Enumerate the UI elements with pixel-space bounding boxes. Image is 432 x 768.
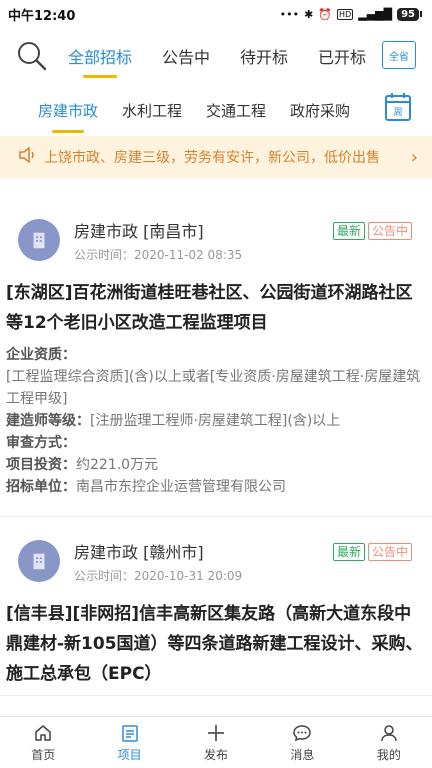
status-bar: 中午12:40 ••• ✱ ⏰ HD ▂▄▆█ 95	[0, 0, 432, 28]
status-icons: ••• ✱ ⏰ HD ▂▄▆█ 95	[279, 7, 422, 21]
message-icon	[293, 724, 312, 741]
nav-publish-label: 发布	[204, 747, 229, 762]
qualification-value: [工程监理综合资质](含)以上或者[专业资质·房屋建筑工程·房屋建筑工程甲级]	[6, 369, 421, 407]
building-avatar-icon	[18, 540, 60, 582]
card-header: 房建市政 [南昌市] 公示时间：2020-11-02 08:35 最新 公告中	[6, 208, 426, 272]
calendar-label: 周	[393, 107, 402, 118]
alarm-icon: ⏰	[318, 7, 333, 21]
card-title[interactable]: [信丰县][非网招]信丰高新区集友路（高新大道东段中鼎建材-新105国道）等四条…	[6, 593, 426, 695]
calendar-icon[interactable]: 周	[384, 92, 412, 122]
card-category: 房建市政 [赣州市]	[74, 542, 204, 562]
building-avatar-icon	[18, 219, 60, 261]
nav-messages-label: 消息	[290, 747, 315, 762]
architect-row: 建造师等级：[注册监理工程师·房屋建筑工程](含)以上	[6, 413, 341, 429]
status-badge: 公告中	[367, 222, 412, 240]
tender-card[interactable]: 房建市政 [赣州市] 公示时间：2020-10-31 20:09 最新 公告中 …	[0, 517, 432, 696]
tab-announcing[interactable]: 公告中	[162, 44, 210, 68]
category-housing-municipal[interactable]: 房建市政	[38, 100, 98, 121]
card-publish-time: 公示时间：2020-11-02 08:35	[74, 247, 243, 262]
card-fields: 企业资质： [工程监理综合资质](含)以上或者[专业资质·房屋建筑工程·房屋建筑…	[6, 344, 426, 516]
card-header: 房建市政 [赣州市] 公示时间：2020-10-31 20:09 最新 公告中	[6, 529, 426, 593]
category-transport[interactable]: 交通工程	[206, 100, 266, 121]
nav-projects[interactable]: 项目	[86, 717, 172, 768]
tender-unit-row: 招标单位：南昌市东控企业运营管理有限公司	[6, 479, 286, 495]
tender-list[interactable]: 房建市政 [南昌市] 公示时间：2020-11-02 08:35 最新 公告中 …	[0, 208, 432, 716]
category-tab-bar: 房建市政 水利工程 交通工程 政府采购 周	[0, 84, 432, 136]
bluetooth-icon: ✱	[304, 7, 314, 21]
tab-pending-opening[interactable]: 待开标	[240, 44, 288, 68]
hd-icon: HD	[337, 8, 354, 20]
projects-icon	[121, 724, 138, 742]
category-water-conservancy[interactable]: 水利工程	[122, 100, 182, 121]
nav-messages[interactable]: 消息	[259, 717, 345, 768]
plus-icon	[208, 724, 225, 741]
speaker-icon	[18, 146, 36, 167]
nav-profile[interactable]: 我的	[346, 717, 432, 768]
tender-card[interactable]: 房建市政 [南昌市] 公示时间：2020-11-02 08:35 最新 公告中 …	[0, 208, 432, 517]
nav-profile-label: 我的	[376, 747, 401, 762]
nav-home-label: 首页	[31, 747, 56, 762]
home-icon	[35, 724, 51, 741]
status-time: 中午12:40	[8, 8, 76, 24]
notice-bar[interactable]: 上饶市政、房建三级，劳务有安许，新公司，低价出售 ›	[0, 136, 432, 178]
new-badge: 最新	[332, 222, 365, 240]
dots-icon: •••	[279, 7, 300, 21]
nav-home[interactable]: 首页	[0, 717, 86, 768]
investment-row: 项目投资：约221.0万元	[6, 457, 159, 473]
tab-opened[interactable]: 已开标	[318, 44, 366, 68]
battery-level: 95	[397, 7, 419, 21]
nav-projects-label: 项目	[117, 747, 142, 762]
province-filter-button[interactable]: 全省	[382, 41, 416, 69]
nav-publish[interactable]: 发布	[173, 717, 259, 768]
signal-icon: ▂▄▆█	[358, 7, 393, 21]
user-icon	[381, 724, 397, 741]
chevron-right-icon: ›	[410, 146, 418, 168]
search-icon[interactable]	[16, 40, 48, 72]
battery-icon: 95	[397, 7, 422, 21]
card-publish-time: 公示时间：2020-10-31 20:09	[74, 568, 243, 583]
category-government-procurement[interactable]: 政府采购	[290, 100, 350, 121]
card-title[interactable]: [东湖区]百花洲街道桂旺巷社区、公园街道环湖路社区等12个老旧小区改造工程监理项…	[6, 272, 426, 344]
tab-all-tenders[interactable]: 全部招标	[68, 44, 132, 68]
bottom-nav: 首页 项目 发布 消息 我的	[0, 716, 432, 768]
notice-text: 上饶市政、房建三级，劳务有安许，新公司，低价出售	[44, 150, 380, 166]
status-badge: 公告中	[367, 543, 412, 561]
card-category: 房建市政 [南昌市]	[74, 221, 204, 241]
review-row: 审查方式：	[6, 435, 76, 451]
top-tab-bar: 全部招标 公告中 待开标 已开标 全省	[0, 28, 432, 84]
qualification-row: 企业资质：	[6, 347, 76, 363]
new-badge: 最新	[332, 543, 365, 561]
